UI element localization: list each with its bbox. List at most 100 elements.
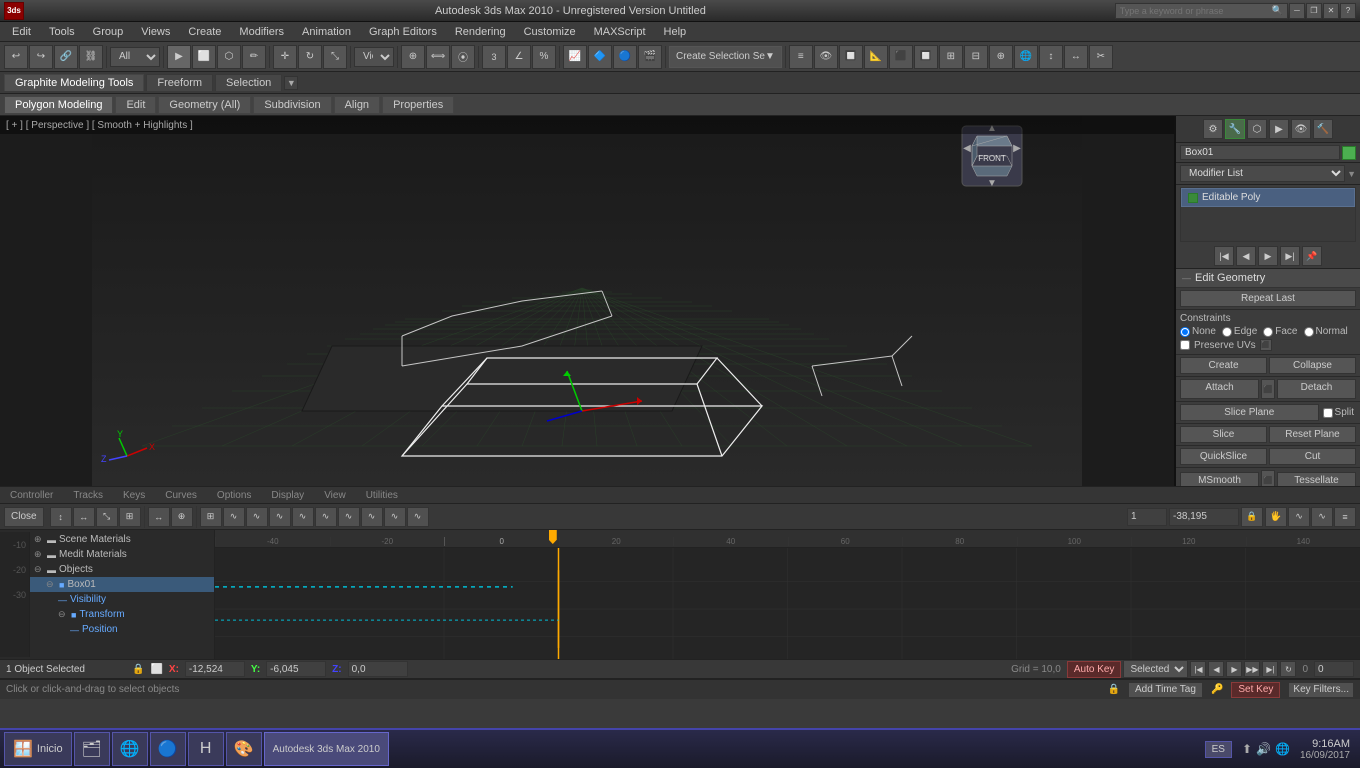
poly-tab-align[interactable]: Align [334,96,380,114]
scale-button[interactable]: ⤡ [323,45,347,69]
preserve-uvs-icon[interactable]: ⬛ [1260,339,1272,351]
tab-graphite-modeling-tools[interactable]: Graphite Modeling Tools [4,74,144,91]
slice-plane-button[interactable]: Slice Plane [1180,404,1319,421]
freehand-select-button[interactable]: ✏ [242,45,266,69]
tree-box01[interactable]: ⊖ ■ Box01 [30,577,214,592]
repeat-last-button[interactable]: Repeat Last [1180,290,1356,307]
toolbar-btn-1[interactable]: 🔲 [839,45,863,69]
tree-position[interactable]: — Position [30,622,214,637]
tl-scroll[interactable]: ≡ [1334,507,1356,527]
set-key-button[interactable]: Set Key [1231,682,1280,698]
toolbar-btn-7[interactable]: ⊕ [989,45,1013,69]
panel-icon-display[interactable]: ⚙ [1203,119,1223,139]
cut-button[interactable]: Cut [1269,448,1356,465]
poly-tab-geometry-all[interactable]: Geometry (All) [158,96,251,114]
tl-func3[interactable]: ∿ [269,507,291,527]
menu-item-graph-editors[interactable]: Graph Editors [361,24,445,40]
lock-icon[interactable]: 🔒 [132,664,144,675]
tl-func6[interactable]: ∿ [338,507,360,527]
tl-wave1[interactable]: ∿ [1288,507,1310,527]
taskbar-3dsmax-button[interactable]: Autodesk 3ds Max 2010 [264,732,389,766]
tree-visibility[interactable]: — Visibility [30,592,214,607]
stack-nav-next[interactable]: ▶ [1258,246,1278,266]
unlink-button[interactable]: ⛓ [79,45,103,69]
auto-key-button[interactable]: Auto Key [1067,661,1122,678]
editable-poly-item[interactable]: Editable Poly [1181,188,1355,207]
align-button[interactable]: ⦿ [451,45,475,69]
object-color-swatch[interactable] [1342,146,1356,160]
constraint-face-radio[interactable]: Face [1263,326,1297,337]
panel-icon-hierarchy[interactable]: ⬡ [1247,119,1267,139]
tab-selection[interactable]: Selection [215,74,282,91]
detach-button[interactable]: Detach [1277,379,1356,399]
select-lasso-button[interactable]: ⬡ [217,45,241,69]
poly-tab-polygon-modeling[interactable]: Polygon Modeling [4,96,113,114]
msmooth-icon[interactable]: ⬛ [1261,470,1275,486]
stack-pin-icon[interactable]: 📌 [1302,246,1322,266]
select-region-button[interactable]: ⬜ [192,45,216,69]
quickslice-button[interactable]: QuickSlice [1180,448,1267,465]
ctrl-keys[interactable]: Keys [117,490,151,501]
render-button[interactable]: 🎬 [638,45,662,69]
add-time-tag-button[interactable]: Add Time Tag [1128,682,1203,698]
tl-scale[interactable]: ⊞ [119,507,141,527]
x-coord-input[interactable] [185,661,245,677]
y-coord-input[interactable] [266,661,326,677]
tl-prev-key[interactable]: |◀ [1190,661,1206,677]
menu-item-help[interactable]: Help [656,24,695,40]
toolbar-btn-11[interactable]: ✂ [1089,45,1113,69]
toolbar-btn-2[interactable]: 📐 [864,45,888,69]
percent-snap-button[interactable]: % [532,45,556,69]
object-name-input[interactable] [1180,145,1340,160]
tree-scene-materials[interactable]: ⊕ ▬ Scene Materials [30,532,214,547]
tl-loop-btn[interactable]: ↻ [1280,661,1296,677]
ctrl-view[interactable]: View [318,490,352,501]
layer-button[interactable]: ≡ [789,45,813,69]
preserve-uvs-checkbox[interactable] [1180,340,1190,350]
mirror-button[interactable]: ⟺ [426,45,450,69]
schematic-button[interactable]: 🔷 [588,45,612,69]
menu-item-maxscript[interactable]: MAXScript [586,24,654,40]
view-dropdown[interactable]: View [354,47,394,67]
poly-tab-edit[interactable]: Edit [115,96,156,114]
create-selection-button[interactable]: Create Selection Se▼ [669,46,782,68]
stack-nav-top[interactable]: ▶| [1280,246,1300,266]
panel-icon-motion[interactable]: ▶ [1269,119,1289,139]
menu-item-views[interactable]: Views [133,24,178,40]
taskbar-btn-1[interactable]: 🗂 [74,732,110,766]
panel-icon-display2[interactable]: 👁 [1291,119,1311,139]
display-properties-button[interactable]: 👁 [814,45,838,69]
taskbar-btn-5[interactable]: 🎨 [226,732,262,766]
key-icon[interactable]: 🔑 [1211,684,1223,695]
tl-move-horiz[interactable]: ↔ [73,507,95,527]
tl-coord-input[interactable] [1169,508,1239,526]
tessellate-button[interactable]: Tessellate [1277,472,1356,487]
taskbar-btn-4[interactable]: H [188,732,224,766]
rotate-button[interactable]: ↻ [298,45,322,69]
ctrl-options[interactable]: Options [211,490,257,501]
tree-medit-materials[interactable]: ⊕ ▬ Medit Materials [30,547,214,562]
tl-wave2[interactable]: ∿ [1311,507,1333,527]
ctrl-controller[interactable]: Controller [4,490,59,501]
menu-item-animation[interactable]: Animation [294,24,359,40]
tl-func4[interactable]: ∿ [292,507,314,527]
attach-button[interactable]: Attach [1180,379,1259,399]
close-button[interactable]: ✕ [1323,3,1339,19]
tl-func7[interactable]: ∿ [361,507,383,527]
select-button[interactable]: ▶ [167,45,191,69]
tl-func1[interactable]: ∿ [223,507,245,527]
tl-next-key[interactable]: ▶| [1262,661,1278,677]
redo-button[interactable]: ↪ [29,45,53,69]
menu-item-customize[interactable]: Customize [516,24,584,40]
ctrl-utilities[interactable]: Utilities [360,490,404,501]
tl-play-button[interactable]: ▶ [1226,661,1242,677]
restore-button[interactable]: ❐ [1306,3,1322,19]
curve-editor-button[interactable]: 📈 [563,45,587,69]
modifier-list-dropdown[interactable]: Modifier List [1180,165,1345,182]
collapse-button[interactable]: Collapse [1269,357,1356,374]
tl-func8[interactable]: ∿ [384,507,406,527]
panel-icon-utilities[interactable]: 🔨 [1313,119,1333,139]
selected-dropdown[interactable]: Selected [1123,660,1188,678]
stack-nav-prev[interactable]: ◀ [1236,246,1256,266]
edit-geometry-header[interactable]: — Edit Geometry [1176,269,1360,288]
